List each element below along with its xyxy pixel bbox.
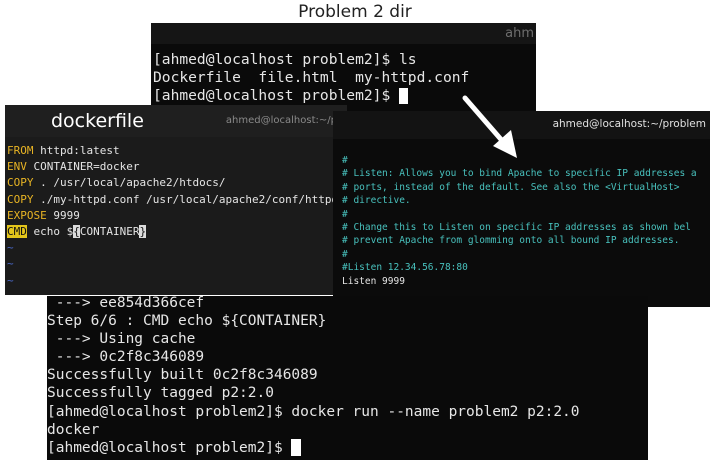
arrow-icon: [462, 95, 517, 158]
dockerfile-args: CONTAINER=docker: [26, 160, 140, 174]
dockerfile-line: COPY ./my-httpd.conf /usr/local/apache2/…: [7, 192, 347, 208]
dockerfile-keyword: COPY: [7, 192, 34, 206]
dockerfile-cmd-line: CMD echo ${CONTAINER}: [7, 224, 347, 240]
config-comment-line: # Listen: Allows you to bind Apache to s…: [342, 168, 697, 180]
dockerfile-keyword: FROM: [7, 144, 34, 157]
terminal-line: [ahmed@localhost problem2]$ docker run -…: [47, 403, 580, 420]
terminal-line: Step 6/6 : CMD echo ${CONTAINER}: [47, 313, 327, 330]
dockerfile-keyword: EXPOSE: [7, 208, 47, 222]
terminal-build-window[interactable]: ---> ee854d366cef Step 6/6 : CMD echo ${…: [47, 296, 648, 460]
config-comment-line: # prevent Apache from glomming onto all …: [342, 235, 680, 247]
config-comment-line: #: [342, 248, 348, 260]
dockerfile-line: FROM httpd:latest: [7, 143, 347, 159]
config-content[interactable]: # # Listen: Allows you to bind Apache to…: [342, 154, 697, 288]
terminal-line: ---> Using cache: [47, 331, 196, 348]
terminal-line: [ahmed@localhost problem2]$ ls: [153, 51, 417, 68]
dockerfile-line: COPY . /usr/local/apache2/htdocs/: [7, 175, 347, 191]
terminal-cursor: [291, 439, 302, 457]
config-comment-line: #Listen 12.34.56.78:80: [342, 262, 468, 274]
terminal-prompt-line: [ahmed@localhost problem2]$: [153, 87, 469, 105]
empty-line-marker: ~: [7, 257, 14, 271]
terminal-line: Successfully built 0c2f8c346089: [47, 367, 318, 384]
dockerfile-args: httpd:latest: [33, 144, 120, 157]
dockerfile-line: ENV CONTAINER=docker: [7, 159, 347, 175]
dockerfile-args: . /usr/local/apache2/htdocs/: [33, 176, 226, 190]
config-comment-line: # ports, instead of the default. See als…: [342, 181, 680, 193]
config-comment-line: # Change this to Listen on specific IP a…: [342, 222, 691, 234]
dockerfile-cmd-args: echo $: [26, 225, 74, 239]
terminal-prompt-line: [ahmed@localhost problem2]$: [47, 439, 580, 457]
dockerfile-line: EXPOSE 9999: [7, 208, 347, 224]
terminal-prompt: [ahmed@localhost problem2]$: [153, 87, 400, 104]
brace-close: }: [139, 225, 147, 239]
dockerfile-cmd-keyword: CMD: [7, 225, 27, 239]
dockerfile-keyword: ENV: [7, 160, 27, 174]
config-listen-line: Listen 9999: [342, 275, 405, 287]
empty-line-marker: ~: [7, 273, 14, 287]
terminal-line: ---> 0c2f8c346089: [47, 349, 205, 366]
editor-titlebar: dockerfile ahmed@localhost:~/pro: [5, 105, 347, 137]
caption: Problem 2 dir: [298, 2, 412, 22]
dockerfile-content[interactable]: FROM httpd:latest ENV CONTAINER=docker C…: [7, 143, 347, 289]
terminal-line: Dockerfile file.html my-httpd.conf: [153, 69, 470, 86]
dockerfile-args: ./my-httpd.conf /usr/local/apache2/conf/…: [33, 192, 347, 206]
terminal-title: ahm: [505, 26, 534, 41]
config-comment-line: #: [342, 208, 348, 220]
config-comment-line: # directive.: [342, 195, 411, 207]
terminal-line: Successfully tagged p2:2.0: [47, 385, 274, 402]
empty-line-marker: ~: [7, 241, 14, 255]
terminal-output: [ahmed@localhost problem2]$ ls Dockerfil…: [153, 51, 469, 105]
config-title: ahmed@localhost:~/problem: [552, 118, 706, 130]
terminal-cursor: [399, 88, 409, 104]
dockerfile-cmd-var: CONTAINER: [79, 225, 140, 239]
terminal-titlebar: ahm: [151, 23, 536, 44]
brace-open: {: [73, 225, 80, 239]
dockerfile-args: 9999: [46, 208, 80, 222]
terminal-line: ---> ee854d366cef: [47, 296, 205, 311]
terminal-output: ---> ee854d366cef Step 6/6 : CMD echo ${…: [47, 296, 580, 457]
dockerfile-keyword: COPY: [7, 176, 34, 190]
editor-path: ahmed@localhost:~/pro: [225, 115, 347, 126]
terminal-line: docker: [47, 421, 100, 438]
terminal-prompt: [ahmed@localhost problem2]$: [47, 439, 292, 456]
editor-title: dockerfile: [51, 110, 144, 132]
dockerfile-editor-window[interactable]: dockerfile ahmed@localhost:~/pro FROM ht…: [5, 105, 347, 295]
